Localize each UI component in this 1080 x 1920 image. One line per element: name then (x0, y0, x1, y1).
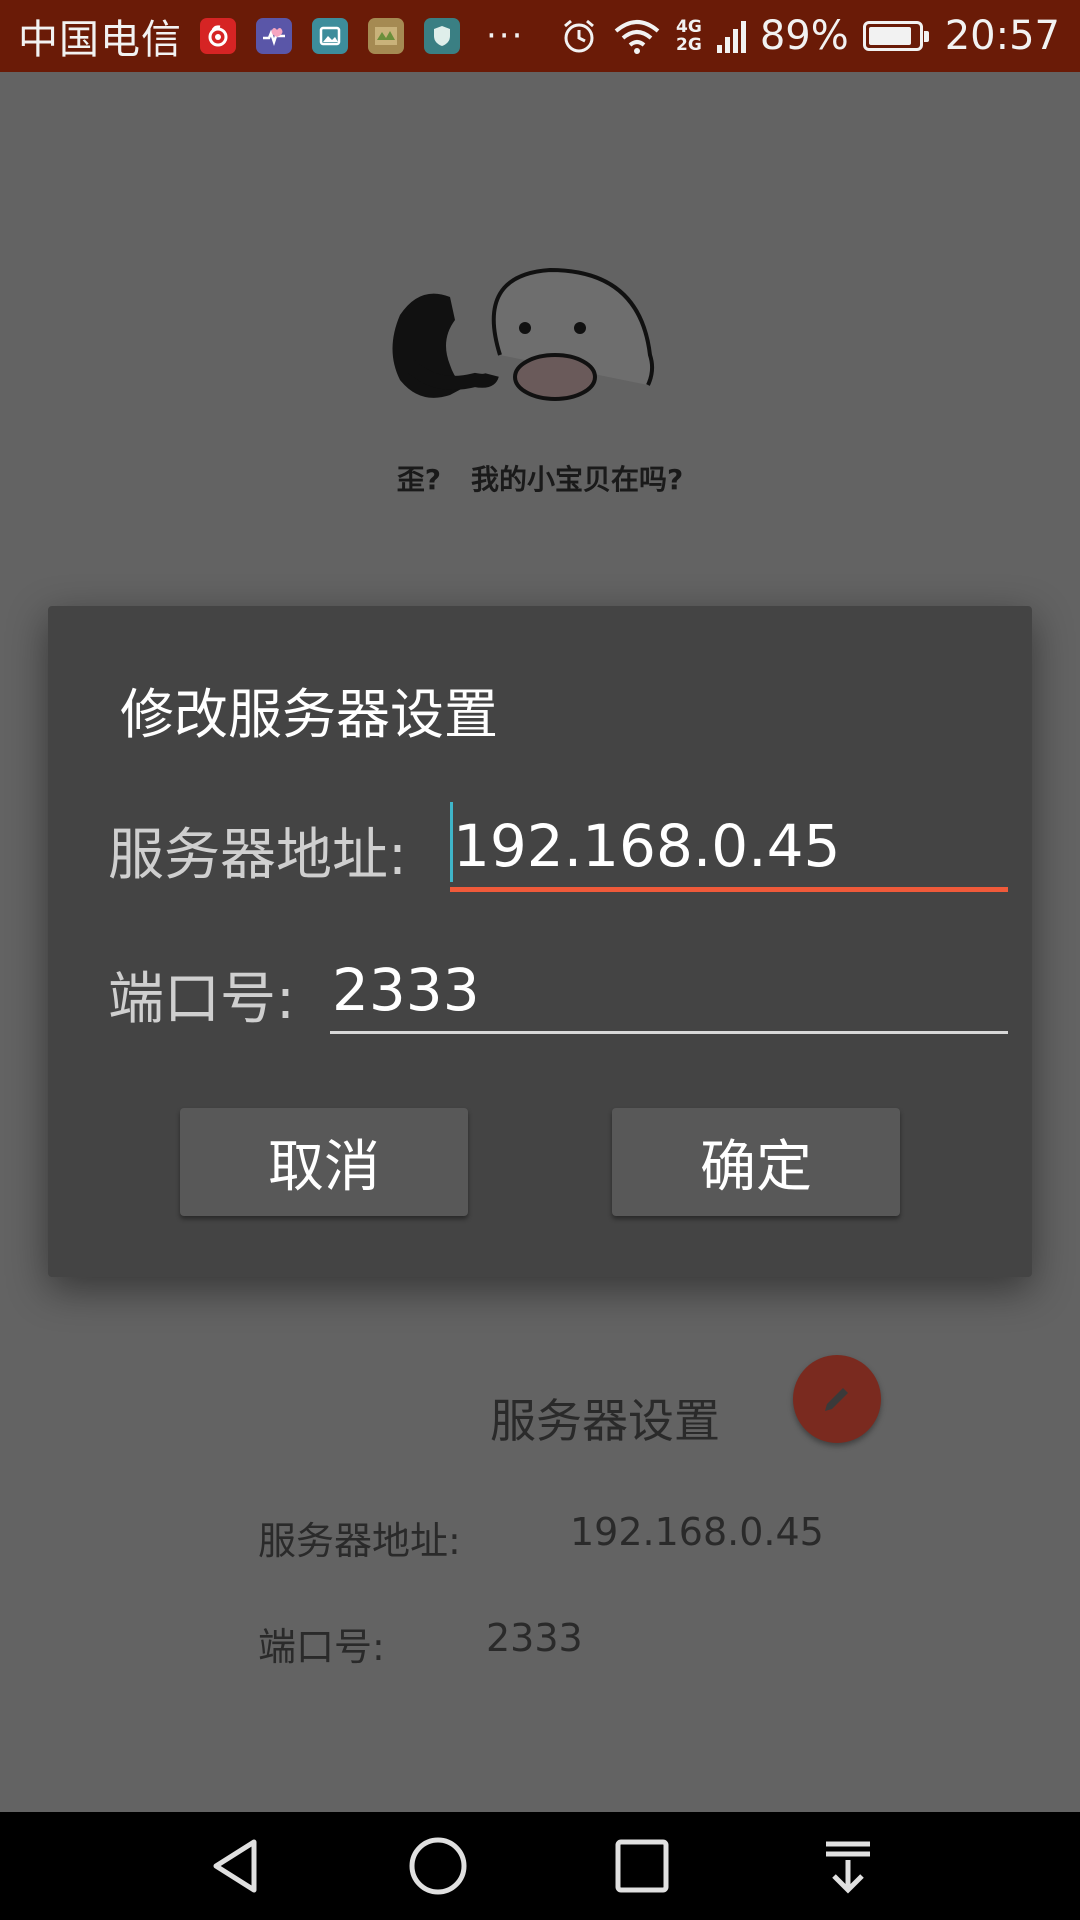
clock: 20:57 (944, 13, 1060, 59)
security-shield-icon (424, 18, 460, 54)
more-notifications-icon: ··· (486, 16, 525, 56)
caption-part-1: 歪? (396, 463, 441, 496)
recents-button[interactable] (610, 1834, 674, 1898)
alarm-icon (564, 19, 594, 53)
battery-percent: 89% (759, 13, 849, 59)
home-button[interactable] (406, 1834, 470, 1898)
server-address-underline (450, 887, 1008, 892)
wifi-icon (614, 20, 660, 54)
recents-square-icon (615, 1839, 669, 1893)
network-type: 4G 2G (676, 17, 702, 55)
port-underline (330, 1031, 1008, 1034)
bg-port-value: 2333 (486, 1616, 583, 1660)
game-icon (368, 18, 404, 54)
server-address-label: 服务器地址: (108, 823, 407, 888)
dialog-title: 修改服务器设置 (120, 683, 498, 746)
notification-pulldown-button[interactable] (816, 1834, 880, 1898)
edit-pencil-icon (825, 1388, 848, 1411)
cancel-button[interactable]: 取消 (180, 1108, 468, 1216)
status-right: 4G 2G 89% 20:57 (560, 13, 1060, 59)
status-bar: 中国电信 ··· 4G 2G 89% 20:57 (0, 0, 1080, 72)
battery-icon (862, 21, 929, 51)
back-button[interactable] (204, 1834, 268, 1898)
home-circle-icon (409, 1837, 467, 1895)
port-label: 端口号: (108, 967, 295, 1032)
confirm-button[interactable]: 确定 (612, 1108, 900, 1216)
pulldown-arrow-icon (826, 1841, 870, 1894)
port-input[interactable] (332, 950, 1002, 1030)
settings-title: 服务器设置 (490, 1394, 720, 1448)
bg-server-address-label: 服务器地址: (258, 1519, 461, 1563)
edit-fab[interactable] (793, 1355, 881, 1443)
signal-icon (716, 21, 746, 53)
server-address-input[interactable] (453, 806, 1003, 886)
gallery-icon (312, 18, 348, 54)
mascot-illustration (392, 267, 655, 401)
navigation-bar (0, 1812, 1080, 1920)
caption-part-2: 我的小宝贝在吗? (471, 463, 684, 496)
edit-server-dialog: 修改服务器设置 服务器地址: 端口号: 取消 确定 (48, 606, 1032, 1277)
bg-server-address-value: 192.168.0.45 (570, 1510, 824, 1554)
health-icon (256, 18, 292, 54)
back-triangle-icon (213, 1839, 257, 1893)
netease-music-icon (200, 18, 236, 54)
carrier-name: 中国电信 (18, 17, 182, 63)
mascot-caption: 歪? 我的小宝贝在吗? (0, 458, 1080, 498)
notification-icons: ··· (200, 16, 524, 56)
bg-port-label: 端口号: (258, 1625, 385, 1669)
